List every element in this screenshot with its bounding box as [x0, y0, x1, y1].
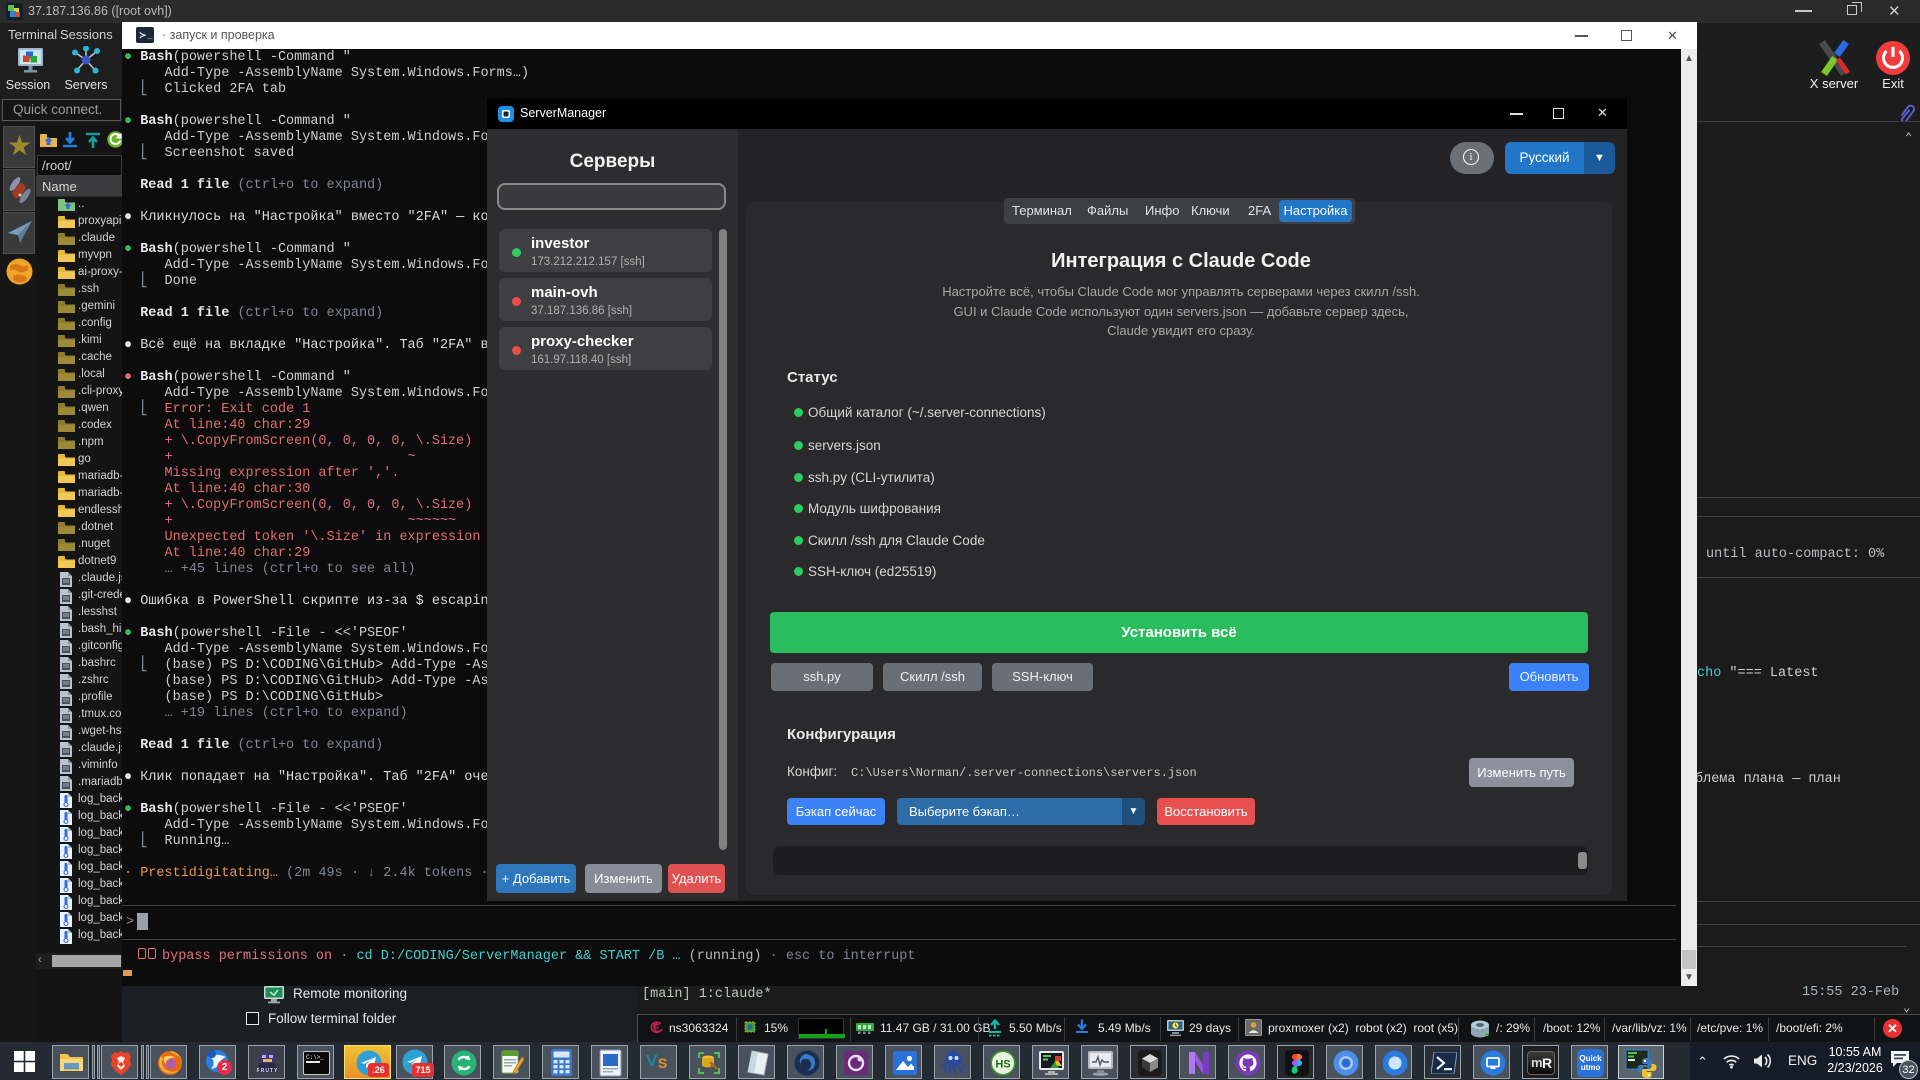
svg-text:HS: HS — [995, 1059, 1010, 1071]
